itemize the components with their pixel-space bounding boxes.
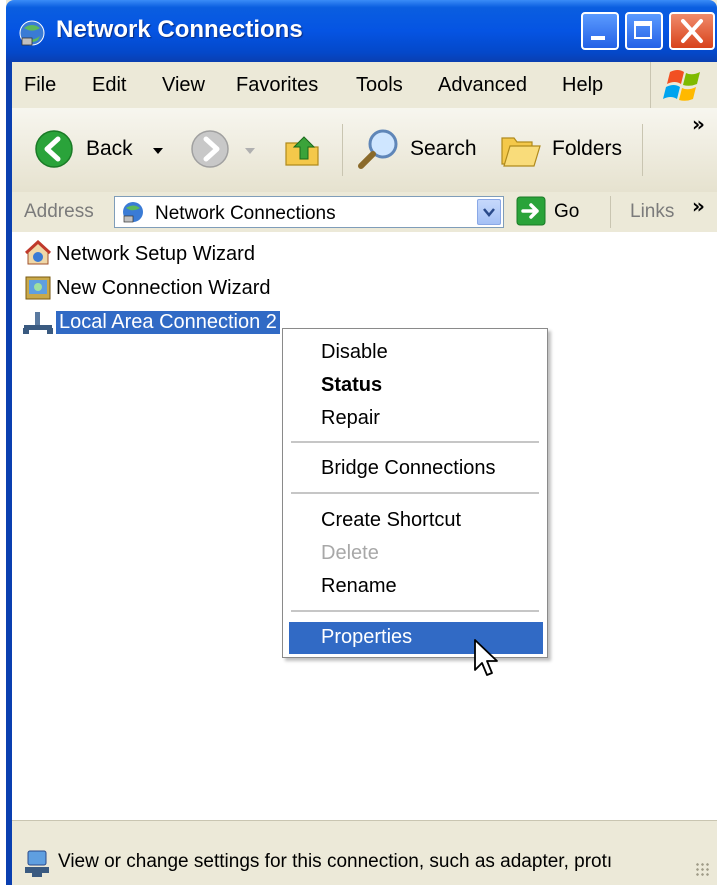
list-item-network-setup-wizard[interactable]: Network Setup Wizard <box>22 240 322 270</box>
context-item-repair[interactable]: Repair <box>321 407 380 430</box>
item-label: Network Setup Wizard <box>56 243 255 265</box>
list-item-local-area-connection-2[interactable]: Local Area Connection 2 <box>22 308 322 338</box>
toolbar-separator <box>642 124 643 176</box>
window-title: Network Connections <box>56 16 303 43</box>
list-item-new-connection-wizard[interactable]: New Connection Wizard <box>22 274 322 304</box>
context-menu-separator <box>291 610 539 612</box>
address-value: Network Connections <box>155 203 336 224</box>
menu-advanced[interactable]: Advanced <box>438 74 527 97</box>
context-item-delete[interactable]: Delete <box>321 542 379 565</box>
title-bar[interactable]: Network Connections <box>6 0 717 62</box>
address-separator <box>610 196 611 228</box>
address-field[interactable]: Network Connections <box>114 196 504 228</box>
toolbar-separator <box>342 124 343 176</box>
new-connection-wizard-icon <box>25 276 51 300</box>
standard-toolbar: Back Search Folders » <box>6 108 717 193</box>
item-label: Local Area Connection 2 <box>56 311 280 334</box>
menu-file[interactable]: File <box>24 74 56 97</box>
context-item-bridge-connections[interactable]: Bridge Connections <box>321 457 496 480</box>
network-setup-wizard-icon <box>24 240 52 265</box>
search-icon <box>358 129 398 169</box>
close-button[interactable] <box>669 12 715 50</box>
folders-icon <box>501 137 541 167</box>
network-connections-window: Network Connections File Edit View Favor… <box>6 0 717 885</box>
context-item-properties[interactable]: Properties <box>321 626 412 649</box>
status-text: View or change settings for this connect… <box>58 851 613 872</box>
menu-divider <box>650 62 651 108</box>
minimize-icon <box>591 36 605 40</box>
connection-status-icon <box>25 850 49 877</box>
menu-tools[interactable]: Tools <box>356 74 403 97</box>
up-folder-icon[interactable] <box>282 129 324 171</box>
context-item-status[interactable]: Status <box>321 374 382 397</box>
toolbar-overflow-chevron[interactable]: » <box>692 112 705 136</box>
go-arrow-icon <box>516 196 546 226</box>
links-overflow-chevron[interactable]: » <box>692 194 705 218</box>
item-label: New Connection Wizard <box>56 277 271 299</box>
forward-arrow-icon <box>191 130 229 168</box>
chevron-down-icon <box>483 208 495 217</box>
back-arrow-icon <box>35 130 73 168</box>
maximize-button[interactable] <box>625 12 663 50</box>
forward-button[interactable] <box>184 128 260 170</box>
maximize-icon <box>634 21 652 39</box>
address-label: Address <box>24 201 94 222</box>
connections-list: Network Setup Wizard New Connection Wiza… <box>6 232 717 820</box>
network-connections-icon <box>19 20 45 46</box>
menu-view[interactable]: View <box>162 74 205 97</box>
minimize-button[interactable] <box>581 12 619 50</box>
go-button[interactable]: Go <box>512 196 592 228</box>
local-area-connection-icon <box>23 312 53 334</box>
folders-button[interactable]: Folders <box>494 126 630 172</box>
menu-bar: File Edit View Favorites Tools Advanced … <box>6 62 717 109</box>
context-item-create-shortcut[interactable]: Create Shortcut <box>321 509 461 532</box>
go-label: Go <box>554 201 580 222</box>
context-menu-separator <box>291 441 539 443</box>
back-dropdown-icon <box>153 148 163 154</box>
menu-favorites[interactable]: Favorites <box>236 74 318 97</box>
context-item-rename[interactable]: Rename <box>321 575 397 598</box>
folders-label: Folders <box>552 137 623 160</box>
context-menu: Disable Status Repair Bridge Connections… <box>282 328 548 658</box>
back-button[interactable]: Back <box>30 128 168 170</box>
forward-dropdown-icon <box>245 148 255 154</box>
windows-logo-icon <box>663 70 700 101</box>
search-label: Search <box>410 137 477 160</box>
context-menu-separator <box>291 492 539 494</box>
address-bar: Address Network Connections Go Links » <box>6 192 717 233</box>
links-label[interactable]: Links <box>630 201 674 223</box>
search-button[interactable]: Search <box>356 126 486 172</box>
close-icon <box>681 19 703 43</box>
back-label: Back <box>86 137 133 160</box>
menu-help[interactable]: Help <box>562 74 603 97</box>
resize-grip[interactable] <box>695 862 711 878</box>
address-dropdown-button[interactable] <box>477 199 501 225</box>
window-left-border <box>6 62 12 885</box>
status-bar: View or change settings for this connect… <box>6 820 717 885</box>
network-connections-icon <box>123 202 143 223</box>
menu-edit[interactable]: Edit <box>92 74 126 97</box>
context-item-disable[interactable]: Disable <box>321 341 388 364</box>
mouse-cursor-icon <box>474 639 498 676</box>
